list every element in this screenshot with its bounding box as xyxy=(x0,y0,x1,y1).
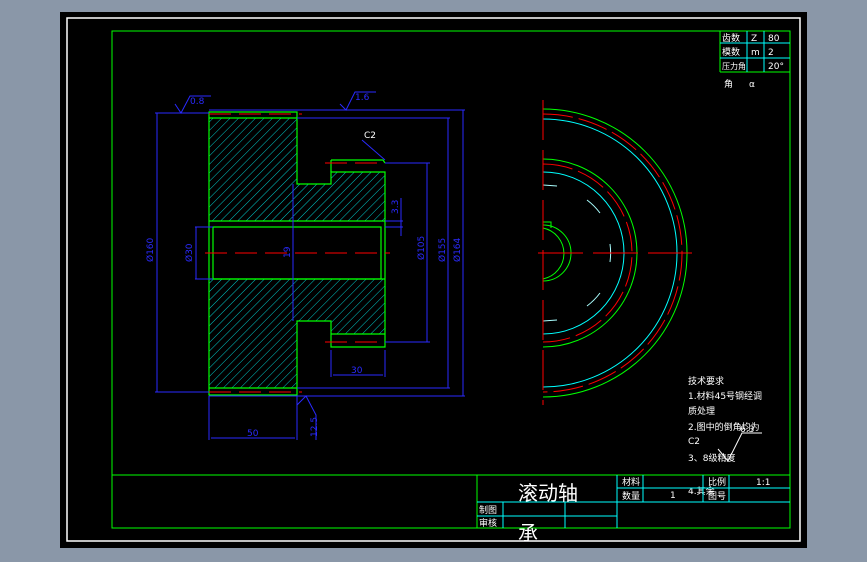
dim-keyway: 19 xyxy=(283,246,293,258)
svg-text:1.材料45号钢经调: 1.材料45号钢经调 xyxy=(688,390,762,402)
svg-text:模数: 模数 xyxy=(722,46,740,58)
dim-dia-164: Ø164 xyxy=(452,237,463,262)
svg-text:20°: 20° xyxy=(768,62,784,72)
chamfer-label: C2 xyxy=(364,131,376,141)
part-name: 滚动轴 xyxy=(518,481,578,505)
roughness-bottom: 12.5 xyxy=(310,417,320,437)
drawing-sheet: C2 0.8 1.6 Ø160 Ø30 19 Ø105 Ø155 Ø164 3.… xyxy=(66,17,801,545)
svg-text:2: 2 xyxy=(768,48,774,58)
gear-parameter-table: 齿数 Z 80 模数 m 2 压力角 20° 角 α xyxy=(719,31,790,90)
svg-text:压力角: 压力角 xyxy=(722,61,746,71)
end-view xyxy=(538,100,692,405)
part-name-line2: 承 xyxy=(518,521,538,545)
svg-text:审核: 审核 xyxy=(479,517,497,529)
svg-text:m: m xyxy=(751,48,760,58)
svg-text:1: 1 xyxy=(670,491,676,501)
svg-text:Z: Z xyxy=(751,34,757,44)
dim-dia-105: Ø105 xyxy=(416,236,427,260)
svg-text:制图: 制图 xyxy=(479,504,497,516)
svg-text:角: 角 xyxy=(724,78,733,90)
svg-text:α: α xyxy=(749,80,755,90)
svg-text:6.3: 6.3 xyxy=(740,425,754,435)
dim-dia-160: Ø160 xyxy=(145,237,156,262)
section-view: C2 0.8 1.6 Ø160 Ø30 19 Ø105 Ø155 Ø164 3.… xyxy=(145,91,465,440)
svg-text:材料: 材料 xyxy=(622,476,640,488)
svg-text:比例: 比例 xyxy=(708,476,726,488)
svg-text:数量: 数量 xyxy=(622,490,640,502)
svg-text:C2: C2 xyxy=(688,437,700,447)
svg-text:质处理: 质处理 xyxy=(688,405,715,417)
cad-drawing-canvas[interactable]: C2 0.8 1.6 Ø160 Ø30 19 Ø105 Ø155 Ø164 3.… xyxy=(60,12,807,548)
svg-text:图号: 图号 xyxy=(708,491,726,502)
dim-3-3: 3.3 xyxy=(391,200,401,214)
svg-text:技术要求: 技术要求 xyxy=(688,375,724,387)
roughness-top-right: 1.6 xyxy=(355,93,370,103)
dim-rim-width: 50 xyxy=(247,429,259,439)
roughness-top-left: 0.8 xyxy=(190,97,205,107)
svg-text:齿数: 齿数 xyxy=(722,32,740,44)
title-block: 滚动轴 承 材料 数量 1 比例 1:1 图号 制图 审核 xyxy=(477,475,790,545)
svg-text:1:1: 1:1 xyxy=(756,478,770,488)
dim-dia-155: Ø155 xyxy=(437,238,448,262)
svg-text:80: 80 xyxy=(768,34,780,44)
dim-hub-width: 30 xyxy=(351,366,363,376)
svg-text:3、8级精度: 3、8级精度 xyxy=(688,452,735,464)
dim-dia-30: Ø30 xyxy=(184,243,195,262)
